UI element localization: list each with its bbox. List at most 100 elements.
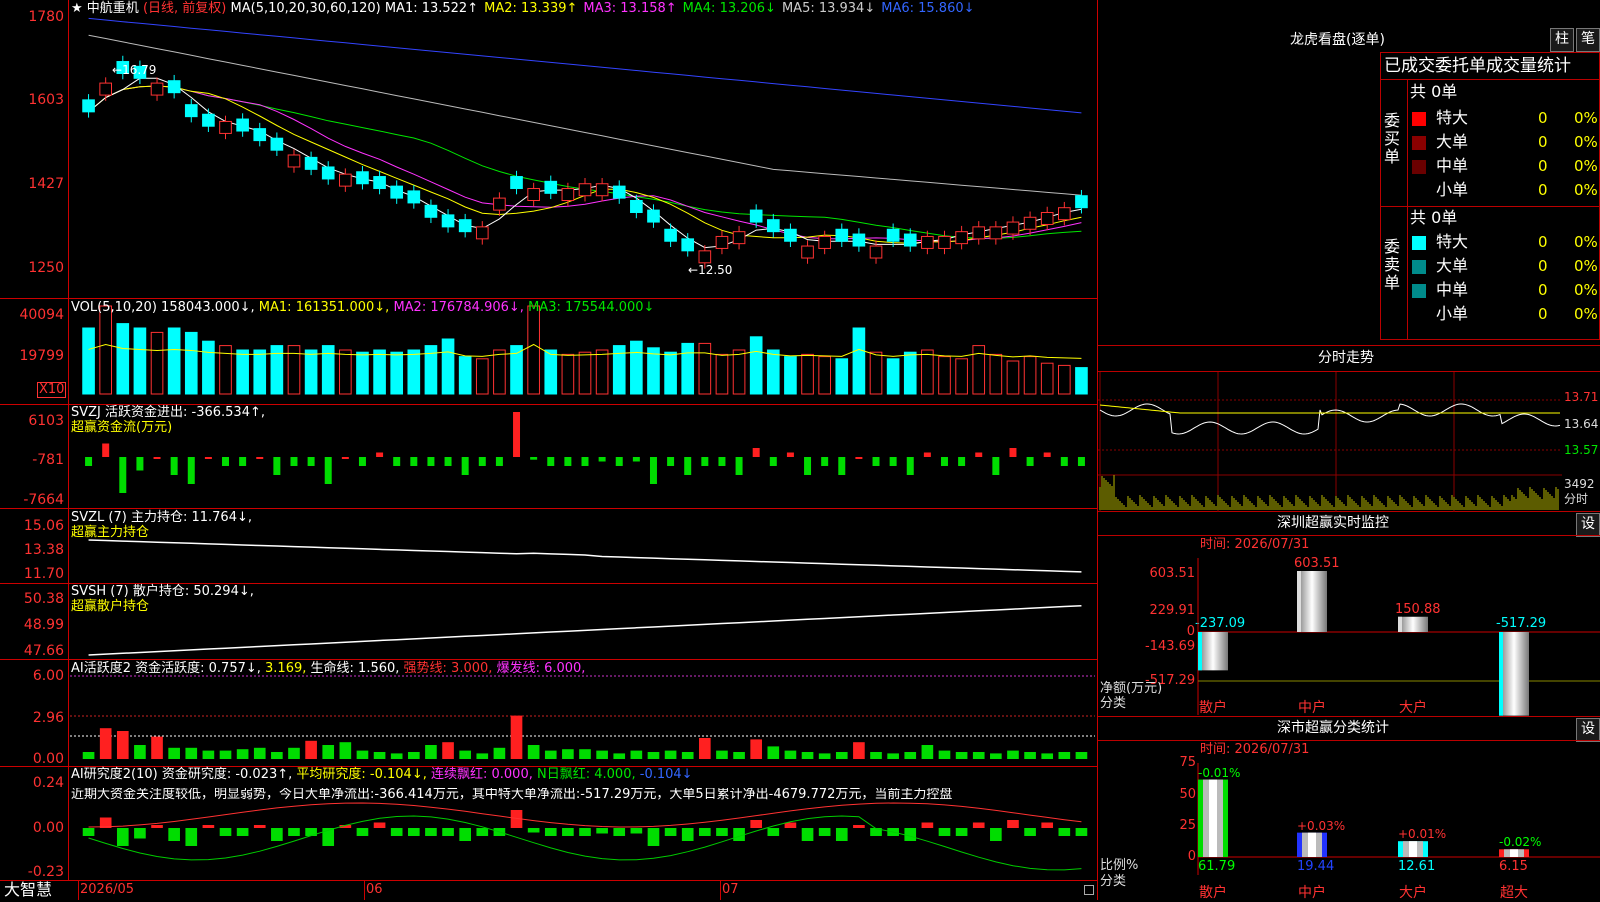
vol-ma2: MA2: 176784.906↓,: [393, 300, 524, 315]
activity-bar: [835, 752, 848, 759]
fund-flow-bar: [410, 457, 418, 466]
ma-value-2: MA2: 13.339↑: [484, 1, 578, 16]
volume-bar: [869, 351, 883, 395]
order-count: 0: [1538, 109, 1548, 127]
stats-settings-button[interactable]: 设: [1576, 718, 1600, 742]
activity-bar: [955, 752, 968, 759]
activity-bar: [921, 745, 934, 759]
candle-body: [647, 209, 660, 223]
order-percent: 0%: [1574, 133, 1598, 151]
candle-body: [458, 219, 472, 233]
y-label: -781: [32, 452, 64, 468]
monitor-settings-button[interactable]: 设: [1576, 513, 1600, 537]
y-label: 13.38: [23, 542, 64, 558]
volume-bar: [595, 349, 609, 395]
activity-bar: [493, 747, 506, 759]
volume-bar: [1006, 360, 1020, 395]
volume-bar: [784, 356, 797, 395]
ma-values: MA1: 13.522↑ MA2: 13.339↑ MA3: 13.158↑ MA4:…: [385, 1, 981, 16]
order-count: 0: [1538, 233, 1548, 251]
fund-flow-bar: [649, 457, 657, 484]
intraday-y-label: 13.57: [1564, 443, 1599, 457]
activity-bar: [733, 752, 745, 759]
candle-body: [818, 235, 831, 249]
candle-body: [1040, 211, 1054, 225]
activity-bar: [202, 750, 215, 759]
fund-flow-bar: [324, 457, 332, 484]
retail-holding-line: [88, 604, 1082, 656]
buy-total: 共 0单: [1410, 82, 1458, 101]
order-count: 0: [1538, 257, 1548, 275]
stats-bar: [1198, 779, 1228, 857]
period-label[interactable]: (日线, 前复权): [143, 1, 226, 16]
intraday-title-divider: [1098, 371, 1600, 372]
order-size-name: 特大: [1436, 232, 1469, 251]
stats-bar-value: 12.61: [1398, 859, 1436, 874]
y-label: 0.00: [32, 751, 64, 767]
fund-flow-bar: [958, 457, 966, 466]
stats-bar-change: +0.03%: [1297, 818, 1346, 833]
volume-bar: [715, 353, 729, 395]
volume-bar: [561, 353, 575, 395]
volume-bar: [818, 356, 831, 395]
ai-strong-line: 强势线: 3.000,: [403, 661, 493, 676]
activity-bar: [818, 753, 831, 759]
stats-bar: [1499, 849, 1529, 857]
ai-comment: 近期大资金关注度较低，明显弱势，今日大单净流出:-366.414万元，其中特大单…: [71, 788, 953, 802]
order-percent: 0%: [1574, 305, 1598, 323]
fund-flow-bar: [992, 457, 1000, 475]
research-bar: [955, 828, 968, 836]
monitor-y-label: 0: [1186, 624, 1195, 639]
ma-value-3: MA3: 13.158↑: [583, 1, 677, 16]
candle-body: [698, 250, 712, 264]
volume-bar: [938, 356, 951, 395]
monitor-title: 深圳超赢实时监控: [1277, 515, 1389, 531]
chart-canvas: [70, 17, 1095, 871]
volume-bar: [989, 353, 1003, 395]
stats-bar-highlight: [1308, 832, 1316, 857]
activity-bar: [390, 753, 403, 759]
research-bar: [784, 822, 797, 828]
fund-flow-bar: [684, 457, 692, 475]
date-axis-label: 2026/05: [80, 882, 135, 897]
main-holding-line: [88, 539, 1082, 573]
candle-body: [972, 226, 986, 240]
activity-bar: [510, 715, 523, 759]
research-bar: [459, 828, 471, 841]
research-bar: [1075, 828, 1088, 836]
svsh-title: SVSH (7) 散户持仓: 50.294↓,: [71, 584, 254, 599]
high-price-value: 16.79: [122, 63, 157, 77]
research-bar: [1058, 828, 1071, 836]
date-tick: [720, 880, 721, 900]
stock-name[interactable]: 中航重机: [87, 1, 139, 16]
ma4-line: [88, 85, 1082, 239]
stats-bar-value: 6.15: [1499, 859, 1528, 874]
research-bar: [476, 828, 489, 836]
volume-bar: [766, 349, 780, 395]
tick-view-button[interactable]: 笔: [1576, 28, 1600, 52]
volume-bar: [801, 353, 814, 395]
stats-cat-name: 散户: [1199, 885, 1227, 901]
order-size-swatch: [1412, 112, 1426, 126]
volume-bar: [475, 358, 489, 395]
y-label: 6.00: [32, 668, 64, 684]
lock-icon[interactable]: [1084, 885, 1094, 895]
activity-bar: [904, 752, 917, 759]
stats-bar-highlight: [1209, 779, 1217, 857]
bar-view-button[interactable]: 柱: [1550, 28, 1574, 52]
order-size-name: 大单: [1436, 132, 1469, 151]
activity-bar: [801, 752, 814, 759]
volume-bar: [698, 342, 712, 395]
volume-bar: [441, 338, 455, 395]
fund-flow-bar: [1026, 457, 1034, 466]
volume-bar: [202, 340, 215, 395]
volume-bar: [236, 349, 249, 395]
monitor-bar-value: 603.51: [1294, 556, 1340, 571]
ai-neg-value: -0.104↓: [639, 767, 693, 782]
activity-bar: [887, 753, 899, 759]
volume-bar: [527, 305, 540, 395]
candle-body: [219, 120, 232, 134]
order-size-name: 中单: [1436, 280, 1469, 299]
fund-flow-bar: [273, 457, 281, 475]
stats-cat-name: 大户: [1399, 885, 1427, 901]
